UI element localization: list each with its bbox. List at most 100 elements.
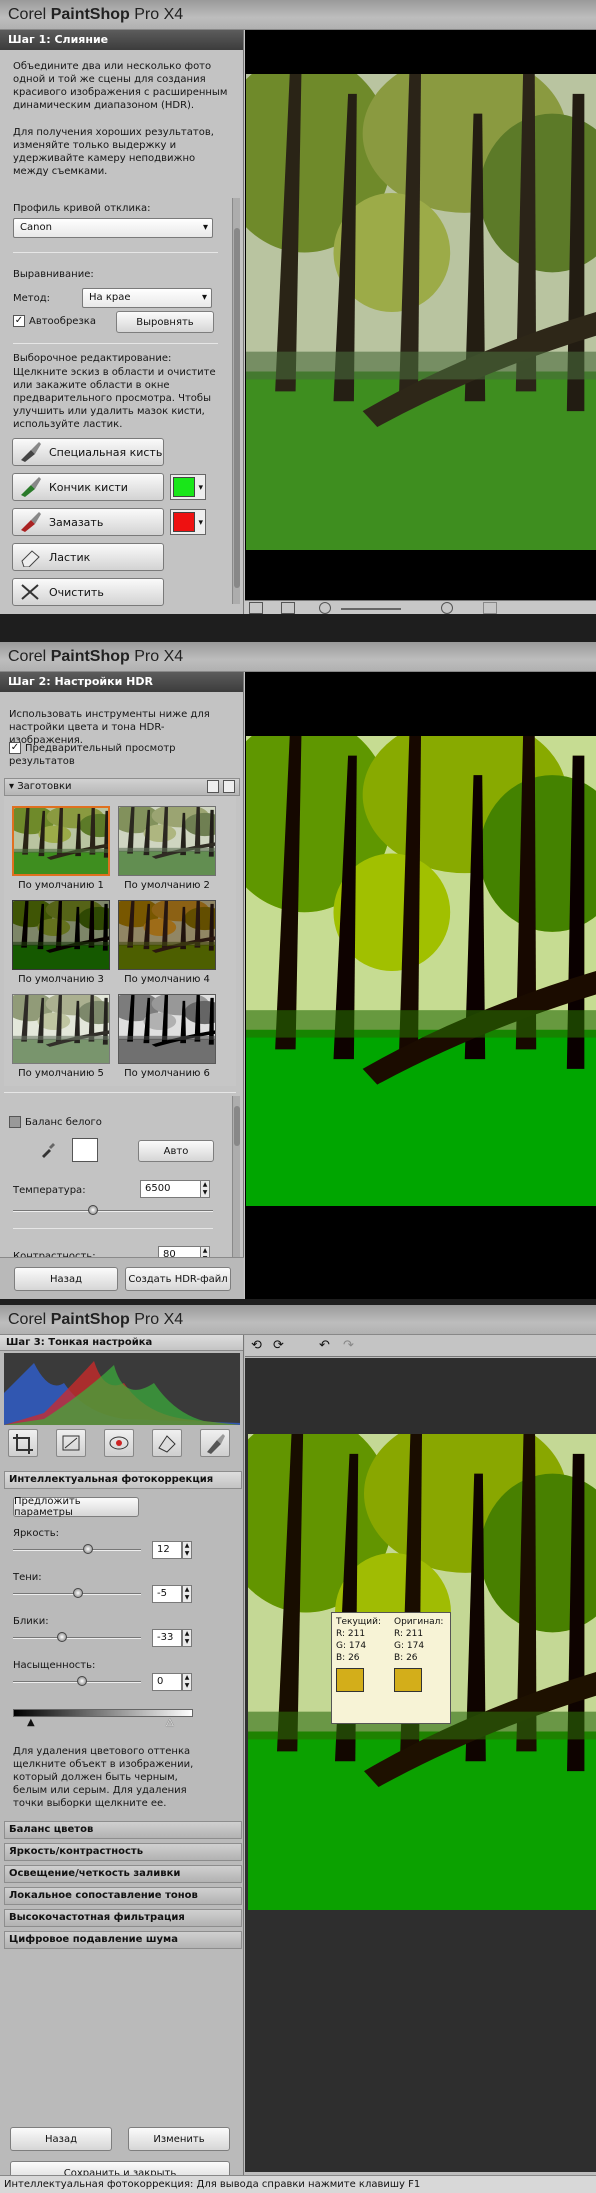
brand-paintshop: PaintShop — [50, 6, 130, 23]
white-balance-swatch[interactable] — [72, 1138, 98, 1162]
makeover-tool[interactable] — [152, 1429, 182, 1457]
preview-results-label: Предварительный просмотр результатов — [9, 743, 176, 767]
white-point-marker-icon[interactable]: △ — [166, 1717, 174, 1728]
shadows-spinner[interactable]: ▲ ▼ — [182, 1585, 192, 1603]
accordion-brightness-contrast[interactable]: Яркость/контрастность — [4, 1843, 242, 1861]
tool-label: Очистить — [49, 585, 104, 599]
brightness-spinner[interactable]: ▲ ▼ — [182, 1541, 192, 1559]
presets-header[interactable]: ▾ Заготовки — [4, 778, 240, 796]
autocrop-checkbox[interactable]: ✓ Автообрезка — [13, 315, 96, 328]
preview-photo[interactable] — [246, 74, 596, 550]
zoom-in-icon[interactable] — [441, 602, 453, 614]
brightness-slider[interactable] — [13, 1544, 141, 1554]
levels-gradient[interactable] — [13, 1709, 193, 1717]
saturation-spinner[interactable]: ▲ ▼ — [182, 1673, 192, 1691]
delete-preset-icon[interactable] — [223, 780, 235, 793]
create-hdr-button[interactable]: Создать HDR-файл — [125, 1267, 231, 1291]
scrollbar-thumb[interactable] — [234, 1106, 240, 1146]
tool-label: Замазать — [49, 515, 104, 529]
method-select[interactable]: На крае — [82, 288, 212, 308]
app-title: Corel PaintShop Pro X4 — [0, 642, 596, 672]
zoom-out-icon[interactable] — [319, 602, 331, 614]
curve-select[interactable]: Canon — [13, 218, 213, 238]
black-point-marker-icon[interactable]: ▲ — [27, 1717, 35, 1728]
temperature-spinner[interactable]: ▲ ▼ — [200, 1180, 210, 1198]
preset-thumb-2[interactable] — [118, 806, 216, 876]
preset-thumb-3[interactable] — [12, 900, 110, 970]
smear-button[interactable]: Замазать — [12, 508, 164, 536]
suggest-settings-button[interactable]: Предложить параметры — [13, 1496, 139, 1518]
preset-thumb-1[interactable] — [12, 806, 110, 876]
step2-footer: Назад Создать HDR-файл — [0, 1257, 244, 1299]
panel-scrollbar[interactable] — [232, 198, 240, 604]
smear-brush-icon — [21, 512, 41, 532]
pan-tool-icon[interactable] — [249, 602, 263, 614]
hdr-preview-photo[interactable] — [246, 736, 596, 1206]
eraser-button[interactable]: Ластик — [12, 543, 164, 571]
temperature-slider[interactable] — [13, 1205, 213, 1215]
save-preset-icon[interactable] — [207, 780, 219, 793]
accordion-fill-light[interactable]: Освещение/четкость заливки — [4, 1865, 242, 1883]
accordion-color-balance[interactable]: Баланс цветов — [4, 1821, 242, 1839]
undo-icon[interactable]: ↶ — [319, 1338, 330, 1353]
accordion-high-pass[interactable]: Высокочастотная фильтрация — [4, 1909, 242, 1927]
straighten-tool[interactable] — [56, 1429, 86, 1457]
align-button[interactable]: Выровнять — [116, 311, 214, 333]
back-button[interactable]: Назад — [14, 1267, 118, 1291]
auto-button[interactable]: Авто — [138, 1140, 214, 1162]
preset-thumb-5[interactable] — [12, 994, 110, 1064]
fit-view-icon[interactable] — [281, 602, 295, 614]
tool-label: Специальная кисть — [49, 445, 163, 459]
saturation-input[interactable]: 0 — [152, 1673, 182, 1691]
divider — [13, 252, 218, 253]
crop-tool[interactable] — [8, 1429, 38, 1457]
white-balance-checkbox[interactable]: Баланс белого — [9, 1116, 102, 1129]
shadows-slider[interactable] — [13, 1588, 141, 1598]
hdr-merge-screen: Corel PaintShop Pro X4 Шаг 1: Слияние Об… — [0, 0, 596, 614]
slider-knob[interactable] — [57, 1632, 67, 1642]
clear-button[interactable]: Очистить — [12, 578, 164, 606]
temperature-label: Температура: — [13, 1185, 86, 1196]
clone-tool[interactable] — [200, 1429, 230, 1457]
back-button[interactable]: Назад — [10, 2127, 112, 2151]
rotate-left-icon[interactable]: ⟲ — [251, 1338, 262, 1353]
slider-knob[interactable] — [88, 1205, 98, 1215]
smart-photo-fix-header[interactable]: Интеллектуальная фотокоррекция — [4, 1471, 242, 1489]
rotate-right-icon[interactable]: ⟳ — [273, 1338, 284, 1353]
red-eye-tool[interactable] — [104, 1429, 134, 1457]
eyedropper-icon[interactable] — [40, 1142, 56, 1158]
shadows-input[interactable]: -5 — [152, 1585, 182, 1603]
brand-version: Pro X4 — [134, 1311, 184, 1328]
accordion-local-tone[interactable]: Локальное сопоставление тонов — [4, 1887, 242, 1905]
preset-caption: По умолчанию 3 — [18, 974, 104, 985]
preset-caption: По умолчанию 2 — [124, 880, 210, 891]
preview-results-checkbox[interactable]: ✓ Предварительный просмотр результатов — [9, 742, 243, 768]
special-brush-button[interactable]: Специальная кисть — [12, 438, 164, 466]
slider-knob[interactable] — [83, 1544, 93, 1554]
saturation-slider[interactable] — [13, 1676, 141, 1686]
highlights-input[interactable]: -33 — [152, 1629, 182, 1647]
change-button[interactable]: Изменить — [128, 2127, 230, 2151]
hand-icon[interactable] — [483, 602, 497, 614]
slider-knob[interactable] — [73, 1588, 83, 1598]
preset-caption: По умолчанию 5 — [18, 1068, 104, 1079]
redo-icon[interactable]: ↷ — [343, 1338, 354, 1353]
zoom-slider[interactable] — [341, 608, 401, 610]
highlights-slider[interactable] — [13, 1632, 141, 1642]
original-g: G: 174 — [394, 1641, 425, 1651]
brush-tip-button[interactable]: Кончик кисти — [12, 473, 164, 501]
scrollbar-thumb[interactable] — [234, 228, 240, 588]
brush-tip-color-picker[interactable]: ▾ — [170, 474, 206, 500]
brightness-input[interactable]: 12 — [152, 1541, 182, 1559]
hdr-settings-screen: Corel PaintShop Pro X4 Шаг 2: Настройки … — [0, 642, 596, 1299]
highlights-label: Блики: — [13, 1616, 49, 1627]
step3-panel: Шаг 3: Тонкая настройка Интеллектуальная… — [0, 1335, 244, 2185]
slider-knob[interactable] — [77, 1676, 87, 1686]
smear-color-picker[interactable]: ▾ — [170, 509, 206, 535]
makeover-icon — [158, 1435, 176, 1453]
accordion-noise-removal[interactable]: Цифровое подавление шума — [4, 1931, 242, 1949]
preset-thumb-6[interactable] — [118, 994, 216, 1064]
temperature-input[interactable]: 6500 — [140, 1180, 202, 1198]
preset-thumb-4[interactable] — [118, 900, 216, 970]
highlights-spinner[interactable]: ▲ ▼ — [182, 1629, 192, 1647]
